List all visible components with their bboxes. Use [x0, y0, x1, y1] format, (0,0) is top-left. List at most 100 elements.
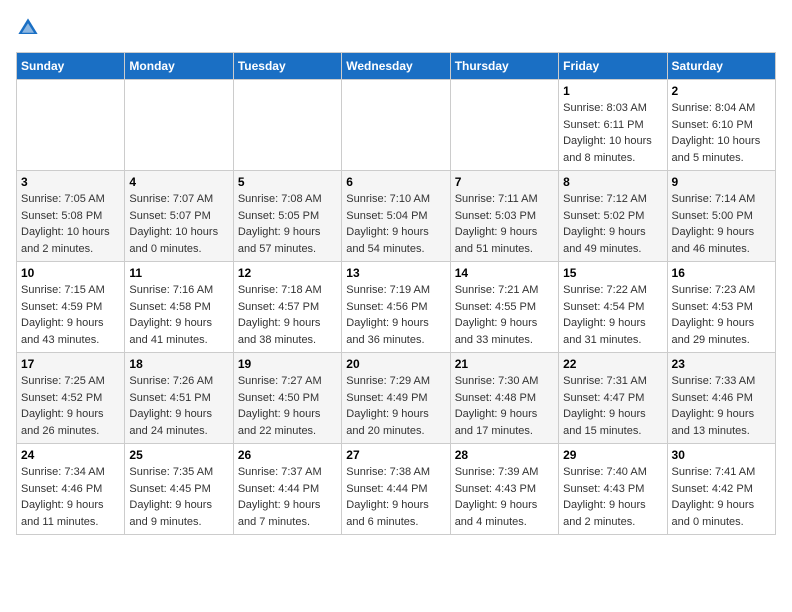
calendar-cell: 5 Sunrise: 7:08 AMSunset: 5:05 PMDaylight… [233, 171, 341, 262]
calendar-cell: 10 Sunrise: 7:15 AMSunset: 4:59 PMDayligh… [17, 262, 125, 353]
day-info: Sunrise: 7:11 AMSunset: 5:03 PMDaylight:… [455, 191, 554, 257]
day-number: 24 [21, 448, 120, 462]
day-number: 1 [563, 84, 662, 98]
calendar-table: SundayMondayTuesdayWednesdayThursdayFrid… [16, 52, 776, 535]
week-row-4: 24 Sunrise: 7:34 AMSunset: 4:46 PMDayligh… [17, 444, 776, 535]
calendar-cell: 4 Sunrise: 7:07 AMSunset: 5:07 PMDaylight… [125, 171, 233, 262]
weekday-header-row: SundayMondayTuesdayWednesdayThursdayFrid… [17, 53, 776, 80]
calendar-cell: 29 Sunrise: 7:40 AMSunset: 4:43 PMDayligh… [559, 444, 667, 535]
day-number: 18 [129, 357, 228, 371]
weekday-header-tuesday: Tuesday [233, 53, 341, 80]
day-info: Sunrise: 8:04 AMSunset: 6:10 PMDaylight:… [672, 100, 771, 166]
day-info: Sunrise: 7:29 AMSunset: 4:49 PMDaylight:… [346, 373, 445, 439]
day-info: Sunrise: 7:25 AMSunset: 4:52 PMDaylight:… [21, 373, 120, 439]
day-number: 22 [563, 357, 662, 371]
calendar-cell: 18 Sunrise: 7:26 AMSunset: 4:51 PMDayligh… [125, 353, 233, 444]
calendar-cell: 20 Sunrise: 7:29 AMSunset: 4:49 PMDayligh… [342, 353, 450, 444]
calendar-cell: 19Sunrise: 7:27 AMSunset: 4:50 PMDayligh… [233, 353, 341, 444]
calendar-cell: 21 Sunrise: 7:30 AMSunset: 4:48 PMDayligh… [450, 353, 558, 444]
day-number: 6 [346, 175, 445, 189]
day-info: Sunrise: 7:33 AMSunset: 4:46 PMDaylight:… [672, 373, 771, 439]
day-info: Sunrise: 7:35 AMSunset: 4:45 PMDaylight:… [129, 464, 228, 530]
calendar-cell: 12Sunrise: 7:18 AMSunset: 4:57 PMDayligh… [233, 262, 341, 353]
calendar-cell [342, 80, 450, 171]
day-number: 5 [238, 175, 337, 189]
day-number: 15 [563, 266, 662, 280]
day-info: Sunrise: 7:22 AMSunset: 4:54 PMDaylight:… [563, 282, 662, 348]
day-number: 30 [672, 448, 771, 462]
calendar-cell: 13Sunrise: 7:19 AMSunset: 4:56 PMDayligh… [342, 262, 450, 353]
day-number: 14 [455, 266, 554, 280]
weekday-header-thursday: Thursday [450, 53, 558, 80]
day-number: 16 [672, 266, 771, 280]
day-info: Sunrise: 7:12 AMSunset: 5:02 PMDaylight:… [563, 191, 662, 257]
day-number: 20 [346, 357, 445, 371]
day-info: Sunrise: 7:31 AMSunset: 4:47 PMDaylight:… [563, 373, 662, 439]
calendar-cell: 25 Sunrise: 7:35 AMSunset: 4:45 PMDayligh… [125, 444, 233, 535]
weekday-header-monday: Monday [125, 53, 233, 80]
day-info: Sunrise: 7:30 AMSunset: 4:48 PMDaylight:… [455, 373, 554, 439]
day-number: 7 [455, 175, 554, 189]
day-info: Sunrise: 7:21 AMSunset: 4:55 PMDaylight:… [455, 282, 554, 348]
week-row-0: 1 Sunrise: 8:03 AMSunset: 6:11 PMDaylight… [17, 80, 776, 171]
day-number: 21 [455, 357, 554, 371]
day-info: Sunrise: 7:08 AMSunset: 5:05 PMDaylight:… [238, 191, 337, 257]
page-header [16, 16, 776, 40]
calendar-cell [125, 80, 233, 171]
calendar-cell: 14 Sunrise: 7:21 AMSunset: 4:55 PMDayligh… [450, 262, 558, 353]
calendar-cell: 6 Sunrise: 7:10 AMSunset: 5:04 PMDaylight… [342, 171, 450, 262]
week-row-2: 10 Sunrise: 7:15 AMSunset: 4:59 PMDayligh… [17, 262, 776, 353]
calendar-cell: 11 Sunrise: 7:16 AMSunset: 4:58 PMDayligh… [125, 262, 233, 353]
day-number: 9 [672, 175, 771, 189]
day-info: Sunrise: 7:15 AMSunset: 4:59 PMDaylight:… [21, 282, 120, 348]
calendar-cell: 23 Sunrise: 7:33 AMSunset: 4:46 PMDayligh… [667, 353, 775, 444]
day-info: Sunrise: 7:39 AMSunset: 4:43 PMDaylight:… [455, 464, 554, 530]
day-info: Sunrise: 8:03 AMSunset: 6:11 PMDaylight:… [563, 100, 662, 166]
calendar-cell: 9 Sunrise: 7:14 AMSunset: 5:00 PMDaylight… [667, 171, 775, 262]
calendar-cell: 3Sunrise: 7:05 AMSunset: 5:08 PMDaylight… [17, 171, 125, 262]
day-info: Sunrise: 7:41 AMSunset: 4:42 PMDaylight:… [672, 464, 771, 530]
day-number: 10 [21, 266, 120, 280]
weekday-header-sunday: Sunday [17, 53, 125, 80]
day-number: 12 [238, 266, 337, 280]
day-number: 11 [129, 266, 228, 280]
day-number: 28 [455, 448, 554, 462]
calendar-cell: 17 Sunrise: 7:25 AMSunset: 4:52 PMDayligh… [17, 353, 125, 444]
day-info: Sunrise: 7:34 AMSunset: 4:46 PMDaylight:… [21, 464, 120, 530]
calendar-cell: 27Sunrise: 7:38 AMSunset: 4:44 PMDayligh… [342, 444, 450, 535]
day-number: 27 [346, 448, 445, 462]
calendar-cell: 7 Sunrise: 7:11 AMSunset: 5:03 PMDaylight… [450, 171, 558, 262]
calendar-cell: 28 Sunrise: 7:39 AMSunset: 4:43 PMDayligh… [450, 444, 558, 535]
day-number: 25 [129, 448, 228, 462]
calendar-cell: 2 Sunrise: 8:04 AMSunset: 6:10 PMDaylight… [667, 80, 775, 171]
weekday-header-friday: Friday [559, 53, 667, 80]
day-info: Sunrise: 7:27 AMSunset: 4:50 PMDaylight:… [238, 373, 337, 439]
weekday-header-saturday: Saturday [667, 53, 775, 80]
logo-icon [16, 16, 40, 40]
day-info: Sunrise: 7:26 AMSunset: 4:51 PMDaylight:… [129, 373, 228, 439]
day-number: 13 [346, 266, 445, 280]
calendar-cell: 1 Sunrise: 8:03 AMSunset: 6:11 PMDaylight… [559, 80, 667, 171]
week-row-3: 17 Sunrise: 7:25 AMSunset: 4:52 PMDayligh… [17, 353, 776, 444]
day-number: 17 [21, 357, 120, 371]
day-number: 3 [21, 175, 120, 189]
day-number: 26 [238, 448, 337, 462]
calendar-cell: 24 Sunrise: 7:34 AMSunset: 4:46 PMDayligh… [17, 444, 125, 535]
day-number: 23 [672, 357, 771, 371]
day-number: 29 [563, 448, 662, 462]
day-number: 8 [563, 175, 662, 189]
calendar-cell: 26Sunrise: 7:37 AMSunset: 4:44 PMDayligh… [233, 444, 341, 535]
calendar-cell: 15 Sunrise: 7:22 AMSunset: 4:54 PMDayligh… [559, 262, 667, 353]
day-info: Sunrise: 7:14 AMSunset: 5:00 PMDaylight:… [672, 191, 771, 257]
day-info: Sunrise: 7:10 AMSunset: 5:04 PMDaylight:… [346, 191, 445, 257]
calendar-cell [450, 80, 558, 171]
calendar-cell: 30 Sunrise: 7:41 AMSunset: 4:42 PMDayligh… [667, 444, 775, 535]
day-info: Sunrise: 7:40 AMSunset: 4:43 PMDaylight:… [563, 464, 662, 530]
day-info: Sunrise: 7:07 AMSunset: 5:07 PMDaylight:… [129, 191, 228, 257]
logo [16, 16, 44, 40]
day-number: 2 [672, 84, 771, 98]
calendar-cell [17, 80, 125, 171]
day-info: Sunrise: 7:16 AMSunset: 4:58 PMDaylight:… [129, 282, 228, 348]
day-number: 4 [129, 175, 228, 189]
calendar-cell: 16Sunrise: 7:23 AMSunset: 4:53 PMDayligh… [667, 262, 775, 353]
